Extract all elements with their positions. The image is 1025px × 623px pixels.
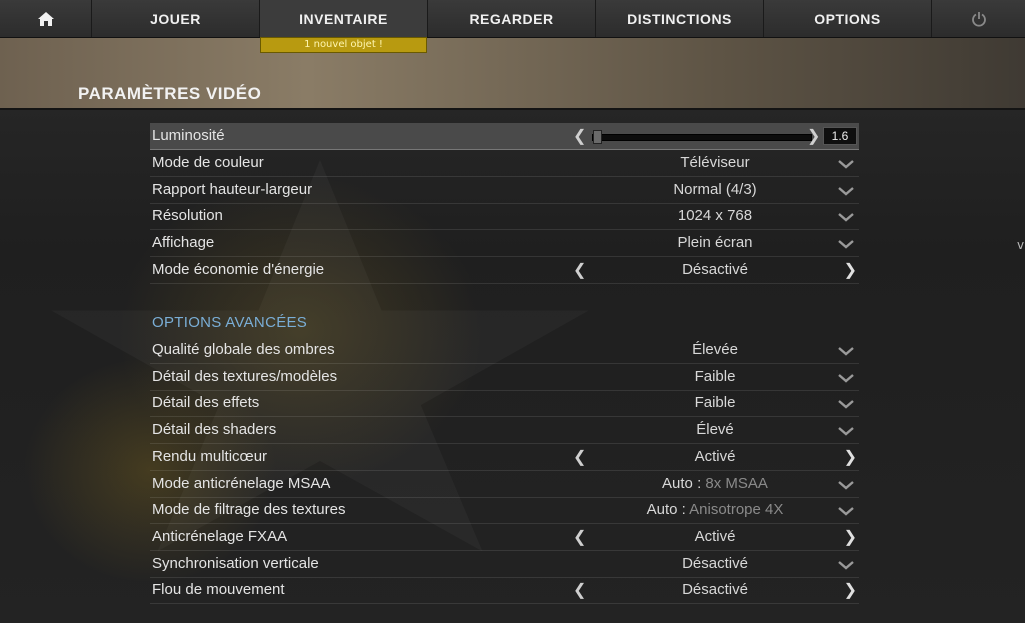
next-option-arrow[interactable]: ❯ (844, 527, 857, 547)
setting-value: Activé (694, 447, 736, 465)
power-button[interactable] (932, 0, 1025, 37)
setting-label: Rapport hauteur-largeur (152, 180, 313, 198)
setting-label: Mode économie d'énergie (152, 260, 325, 278)
setting-row[interactable]: Détail des shaders Élevé (150, 417, 859, 445)
nav-options-button[interactable]: OPTIONS (764, 0, 932, 37)
setting-value-prefix: Auto : (662, 474, 706, 492)
setting-label: Détail des shaders (152, 421, 277, 439)
new-item-notification[interactable]: 1 nouvel objet ! (260, 37, 427, 53)
setting-value: Téléviseur (680, 154, 750, 171)
next-option-arrow[interactable]: ❯ (844, 260, 857, 280)
setting-value: Normal (4/3) (673, 180, 757, 198)
previous-option-arrow[interactable]: ❮ (573, 447, 586, 467)
chevron-down-icon[interactable] (837, 371, 855, 385)
slider-handle[interactable] (593, 130, 603, 144)
setting-value: Élevé (696, 421, 734, 439)
next-option-arrow[interactable]: ❯ (844, 447, 857, 467)
chevron-down-icon[interactable] (837, 397, 855, 411)
setting-label: Anticrénelage FXAA (152, 527, 288, 545)
previous-option-arrow[interactable]: ❮ (573, 580, 586, 600)
page-title: PARAMÈTRES VIDÉO (78, 84, 262, 103)
setting-label: Détail des effets (152, 394, 260, 412)
setting-row-brightness[interactable]: Luminosité ❮ ❯ 1.6 (150, 123, 859, 150)
setting-row[interactable]: Mode de filtrage des textures Auto : Anis… (150, 497, 859, 525)
next-option-arrow[interactable]: ❯ (844, 580, 857, 600)
setting-value: Désactivé (682, 581, 748, 599)
setting-value: 1024 x 768 (677, 207, 753, 225)
setting-row[interactable]: Mode anticrénelage MSAA Auto : 8x MSAA (150, 471, 859, 498)
setting-value-prefix: Auto : (646, 501, 690, 519)
home-button[interactable] (0, 0, 92, 37)
chevron-down-icon[interactable] (837, 558, 855, 572)
chevron-down-icon[interactable] (837, 237, 855, 251)
setting-row[interactable]: Détail des textures/modèles Faible (150, 364, 859, 391)
chevron-down-icon[interactable] (837, 478, 855, 492)
chevron-down-icon[interactable] (837, 504, 855, 518)
setting-value: Plein écran (677, 234, 753, 252)
setting-value: Faible (694, 367, 736, 385)
setting-label: Rendu multicœur (152, 447, 268, 465)
setting-label: Détail des textures/modèles (152, 367, 338, 385)
setting-label: Mode de couleur (152, 154, 264, 171)
setting-row[interactable]: Mode économie d'énergie Désactivé ❮ ❯ (150, 257, 859, 284)
setting-value: Faible (694, 394, 736, 412)
chevron-down-icon[interactable] (837, 157, 855, 171)
setting-row[interactable]: Flou de mouvement Désactivé ❮ ❯ (150, 577, 859, 605)
chevron-down-icon[interactable] (837, 424, 855, 438)
setting-label: Résolution (152, 207, 223, 225)
setting-value: Auto : Anisotrope 4X (590, 501, 840, 518)
setting-label: Flou de mouvement (152, 581, 285, 599)
setting-value-detail: Anisotrope 4X (689, 501, 784, 519)
chevron-down-icon[interactable] (837, 184, 855, 198)
setting-row[interactable]: Affichage Plein écran (150, 230, 859, 258)
setting-row[interactable]: Rapport hauteur-largeur Normal (4/3) (150, 177, 859, 204)
brightness-value-box[interactable]: 1.6 (823, 127, 857, 145)
setting-row[interactable]: Rendu multicœur Activé ❮ ❯ (150, 444, 859, 471)
home-icon (37, 11, 54, 26)
nav-play-button[interactable]: JOUER (92, 0, 260, 37)
nav-awards-button[interactable]: DISTINCTIONS (596, 0, 764, 37)
setting-value: Auto : 8x MSAA (590, 475, 840, 492)
nav-watch-button[interactable]: REGARDER (428, 0, 596, 37)
edge-chevron-icon: v (1017, 238, 1025, 252)
setting-row[interactable]: Résolution 1024 x 768 (150, 203, 859, 231)
setting-row[interactable]: Mode de couleur Téléviseur (150, 150, 859, 177)
setting-label: Synchronisation verticale (152, 554, 319, 572)
setting-value: Désactivé (682, 554, 748, 572)
setting-row[interactable]: Détail des effets Faible (150, 390, 859, 418)
slider-decrease-arrow[interactable]: ❮ (573, 126, 586, 146)
setting-value-detail: 8x MSAA (705, 474, 768, 492)
setting-label: Mode anticrénelage MSAA (152, 474, 331, 492)
previous-option-arrow[interactable]: ❮ (573, 527, 586, 547)
setting-label: Affichage (152, 234, 215, 252)
setting-value: Élevée (692, 341, 738, 358)
nav-inventory-button[interactable]: INVENTAIRE (260, 0, 428, 37)
chevron-down-icon[interactable] (837, 344, 855, 358)
setting-row[interactable]: Anticrénelage FXAA Activé ❮ ❯ (150, 524, 859, 551)
previous-option-arrow[interactable]: ❮ (573, 260, 586, 280)
slider-increase-arrow[interactable]: ❯ (807, 126, 820, 146)
setting-label: Mode de filtrage des textures (152, 501, 346, 519)
setting-row[interactable]: Qualité globale des ombres Élevée (150, 337, 859, 364)
setting-label: Luminosité (152, 127, 225, 144)
top-nav: JOUER INVENTAIRE REGARDER DISTINCTIONS O… (0, 0, 1025, 38)
chevron-down-icon[interactable] (837, 210, 855, 224)
setting-row[interactable]: Synchronisation verticale Désactivé (150, 551, 859, 578)
setting-label: Qualité globale des ombres (152, 341, 335, 358)
advanced-options-heading: OPTIONS AVANCÉES (152, 314, 308, 331)
brightness-slider[interactable] (592, 130, 812, 144)
power-icon (971, 11, 986, 27)
setting-value: Désactivé (682, 260, 748, 278)
setting-value: Activé (694, 527, 736, 545)
